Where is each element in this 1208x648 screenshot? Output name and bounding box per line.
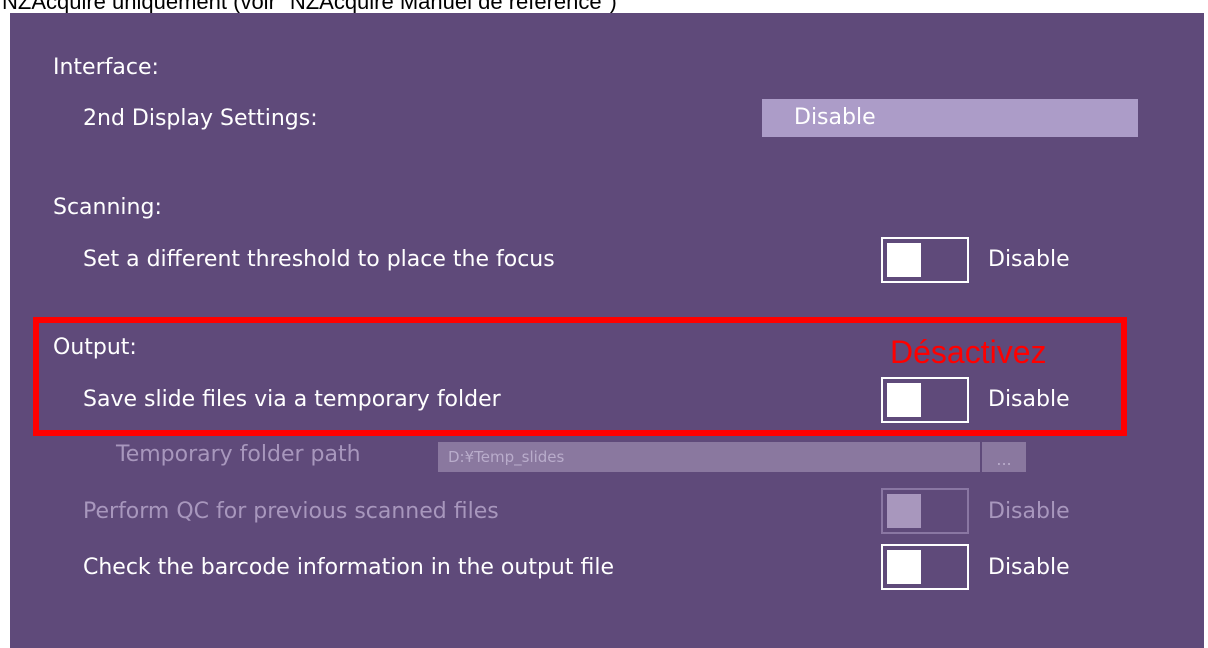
interface-section-title: Interface:: [53, 55, 159, 80]
barcode-toggle[interactable]: [881, 544, 969, 590]
temp-path-input[interactable]: D:¥Temp_slides: [438, 442, 980, 472]
toggle-knob: [887, 494, 921, 528]
barcode-state: Disable: [988, 555, 1070, 580]
focus-threshold-state: Disable: [988, 247, 1070, 272]
qc-state: Disable: [988, 499, 1070, 524]
qc-toggle[interactable]: [881, 488, 969, 534]
focus-threshold-toggle[interactable]: [881, 237, 969, 283]
barcode-label: Check the barcode information in the out…: [83, 555, 614, 580]
second-display-label: 2nd Display Settings:: [83, 106, 318, 131]
disable-annotation: Désactivez: [890, 334, 1047, 370]
browse-button[interactable]: ...: [982, 442, 1026, 472]
second-display-dropdown[interactable]: Disable: [762, 99, 1138, 137]
toggle-knob: [887, 550, 921, 584]
qc-label: Perform QC for previous scanned files: [83, 499, 499, 524]
toggle-knob: [887, 243, 921, 277]
temp-path-label: Temporary folder path: [116, 442, 361, 467]
scanning-section-title: Scanning:: [53, 195, 162, 220]
focus-threshold-label: Set a different threshold to place the f…: [83, 247, 555, 272]
